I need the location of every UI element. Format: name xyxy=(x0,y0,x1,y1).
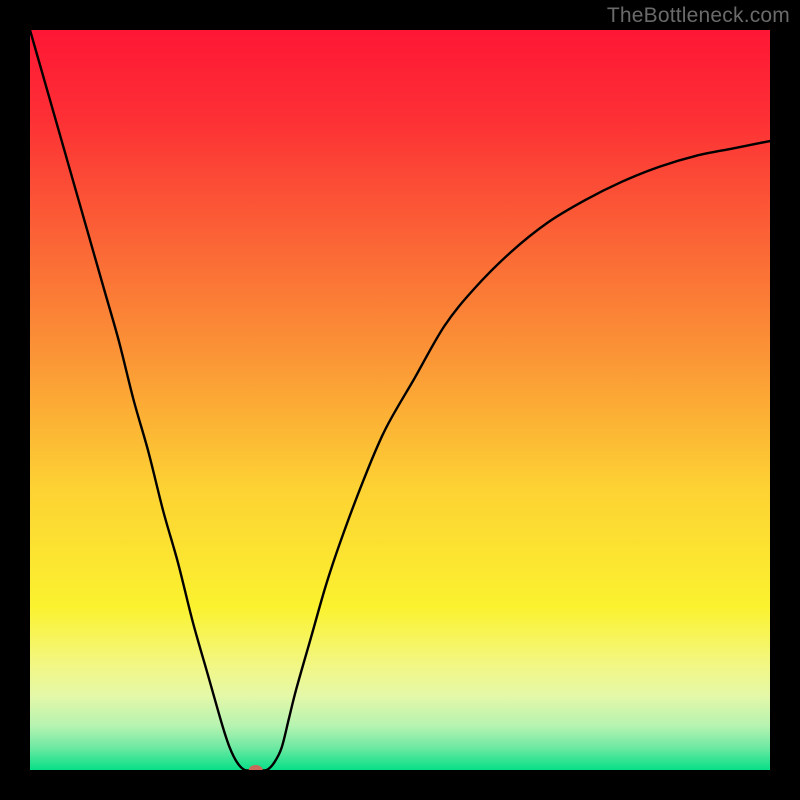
bottleneck-chart xyxy=(30,30,770,770)
gradient-background xyxy=(30,30,770,770)
chart-frame xyxy=(30,30,770,770)
watermark-text: TheBottleneck.com xyxy=(607,4,790,28)
